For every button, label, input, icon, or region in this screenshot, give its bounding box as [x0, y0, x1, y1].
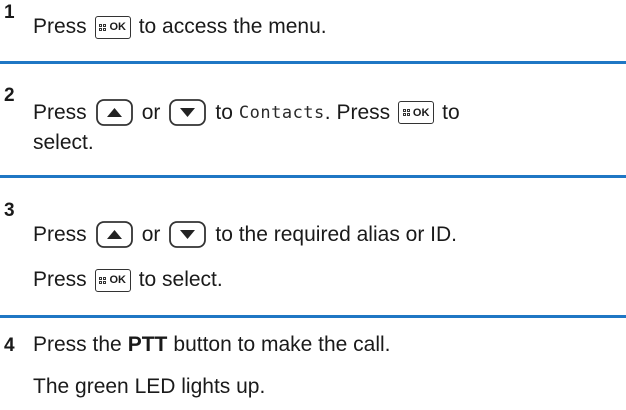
step-divider — [0, 175, 626, 178]
step-2-line-2: select. — [33, 131, 94, 155]
step-text: or — [141, 222, 161, 246]
step-text: . Press — [324, 100, 391, 124]
down-arrow-key-icon — [169, 99, 207, 126]
step-3-line-2: Press OK to select. — [33, 268, 223, 292]
step-number: 3 — [4, 200, 15, 221]
step-text: Press — [33, 15, 87, 38]
menu-ok-key-icon: OK — [94, 268, 131, 292]
step-text: button to make the call. — [173, 333, 391, 356]
step-number: 2 — [4, 85, 15, 106]
step-text: Press — [33, 100, 87, 124]
step-text: The green LED lights up. — [33, 375, 266, 398]
step-3-line-1: Press or to the required alias or ID. — [33, 221, 457, 248]
step-divider — [0, 315, 626, 318]
step-text: Press — [33, 268, 87, 291]
step-text: to access the menu. — [138, 15, 327, 38]
menu-ok-key-icon: OK — [398, 101, 435, 124]
step-text: to select. — [138, 268, 223, 291]
step-text: Press the — [33, 333, 122, 356]
menu-ok-key-icon: OK — [94, 15, 131, 39]
step-2-line-1: Press or to Contacts . Press OK to — [33, 99, 460, 126]
display-text-contacts: Contacts — [238, 102, 325, 123]
down-arrow-key-icon — [169, 221, 207, 248]
up-arrow-key-icon — [95, 99, 133, 126]
step-1-line: Press OK to access the menu. — [33, 15, 327, 39]
step-number: 1 — [4, 2, 15, 23]
step-text: or — [141, 100, 161, 124]
step-4-line-1: Press the PTT button to make the call. — [33, 333, 391, 357]
step-divider — [0, 61, 626, 64]
up-arrow-key-icon — [95, 221, 133, 248]
step-text: to — [215, 100, 233, 124]
step-4-line-2: The green LED lights up. — [33, 375, 265, 399]
step-text: select. — [33, 131, 94, 154]
step-text: Press — [33, 222, 87, 246]
step-number: 4 — [4, 335, 15, 356]
step-text: to the required alias or ID. — [215, 222, 457, 246]
ptt-button-label: PTT — [127, 333, 168, 356]
step-text: to — [442, 100, 460, 124]
